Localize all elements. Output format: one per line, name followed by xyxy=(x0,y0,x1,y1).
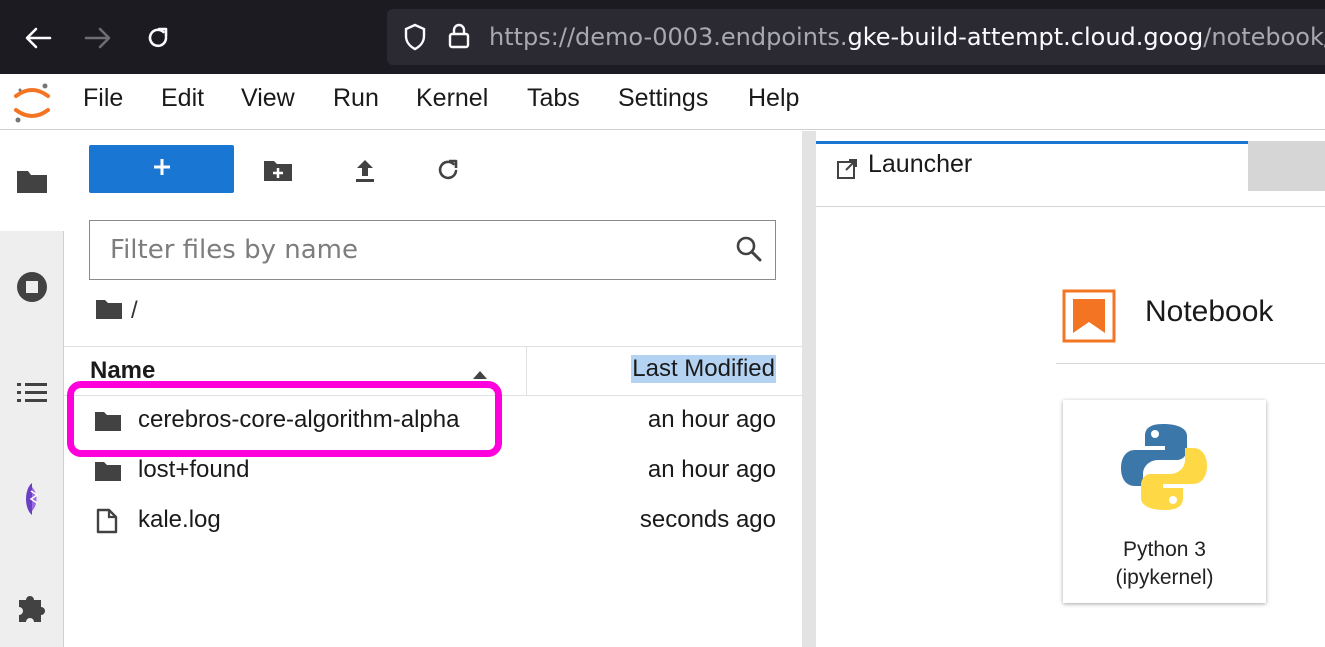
list-icon[interactable] xyxy=(12,373,52,413)
menu-file[interactable]: File xyxy=(83,84,123,113)
python3-kernel-card[interactable]: Python 3 (ipykernel) xyxy=(1063,400,1266,603)
file-name[interactable]: lost+found xyxy=(138,456,249,484)
menu-settings[interactable]: Settings xyxy=(618,84,708,113)
menu-view[interactable]: View xyxy=(241,84,295,113)
address-bar[interactable]: https://demo-0003.endpoints.gke-build-at… xyxy=(387,9,1325,65)
search-icon xyxy=(735,235,763,268)
menu-edit[interactable]: Edit xyxy=(161,84,204,113)
menu-run[interactable]: Run xyxy=(333,84,379,113)
last-modified-column-header[interactable]: Last Modified xyxy=(631,355,776,383)
section-title: Notebook xyxy=(1145,295,1274,328)
folder-icon[interactable] xyxy=(12,161,52,201)
url-text: https://demo-0003.endpoints.gke-build-at… xyxy=(489,23,1325,51)
lock-icon[interactable] xyxy=(447,22,471,55)
url-prefix: https://demo-0003.endpoints. xyxy=(489,23,848,51)
file-modified: an hour ago xyxy=(647,406,776,433)
breadcrumb[interactable]: / xyxy=(95,296,138,326)
upload-icon[interactable] xyxy=(350,155,380,185)
column-divider[interactable] xyxy=(526,347,527,395)
plus-icon xyxy=(152,157,172,182)
python-logo-icon xyxy=(1117,420,1211,519)
stop-circle-icon[interactable] xyxy=(12,267,52,307)
filter-box xyxy=(89,220,776,280)
filter-files-input[interactable] xyxy=(108,233,708,267)
kernel-id: (ipykernel) xyxy=(1115,566,1214,589)
forward-arrow-icon[interactable] xyxy=(80,20,116,56)
file-modified: an hour ago xyxy=(647,456,776,483)
menu-kernel[interactable]: Kernel xyxy=(416,84,488,113)
bookmark-icon xyxy=(1062,289,1116,343)
menu-bar: File Edit View Run Kernel Tabs Settings … xyxy=(0,74,1325,130)
url-suffix: /notebook/ xyxy=(1203,23,1325,51)
tab-launcher[interactable]: Launcher xyxy=(816,141,1248,191)
breadcrumb-root[interactable]: / xyxy=(131,297,138,325)
kernel-card-label: Python 3 (ipykernel) xyxy=(1063,536,1266,592)
file-row[interactable]: kale.log seconds ago xyxy=(64,496,802,546)
kale-icon[interactable] xyxy=(12,479,52,519)
shield-icon[interactable] xyxy=(403,23,427,56)
back-arrow-icon[interactable] xyxy=(20,20,56,56)
folder-icon xyxy=(94,460,122,487)
refresh-icon[interactable] xyxy=(434,155,464,185)
menu-tabs[interactable]: Tabs xyxy=(527,84,580,113)
file-name[interactable]: kale.log xyxy=(138,506,221,534)
activity-bar xyxy=(0,131,64,647)
reload-icon[interactable] xyxy=(140,20,176,56)
tab-bar-filler xyxy=(1248,141,1325,191)
file-icon xyxy=(96,508,118,539)
url-host: gke-build-attempt.cloud.goog xyxy=(847,23,1204,51)
menu-help[interactable]: Help xyxy=(748,84,799,113)
file-modified: seconds ago xyxy=(639,506,776,533)
kernel-name: Python 3 xyxy=(1123,538,1206,561)
section-divider xyxy=(1056,363,1325,364)
browser-toolbar: https://demo-0003.endpoints.gke-build-at… xyxy=(0,0,1325,74)
launcher-icon xyxy=(836,158,858,185)
new-launcher-button[interactable] xyxy=(89,145,234,193)
highlight-annotation xyxy=(67,381,502,457)
new-folder-icon[interactable] xyxy=(263,155,293,185)
puzzle-icon[interactable] xyxy=(12,587,52,627)
panel-splitter[interactable] xyxy=(802,131,816,647)
jupyter-logo-icon xyxy=(12,82,52,129)
folder-icon xyxy=(95,298,123,325)
tab-launcher-label: Launcher xyxy=(868,150,973,178)
